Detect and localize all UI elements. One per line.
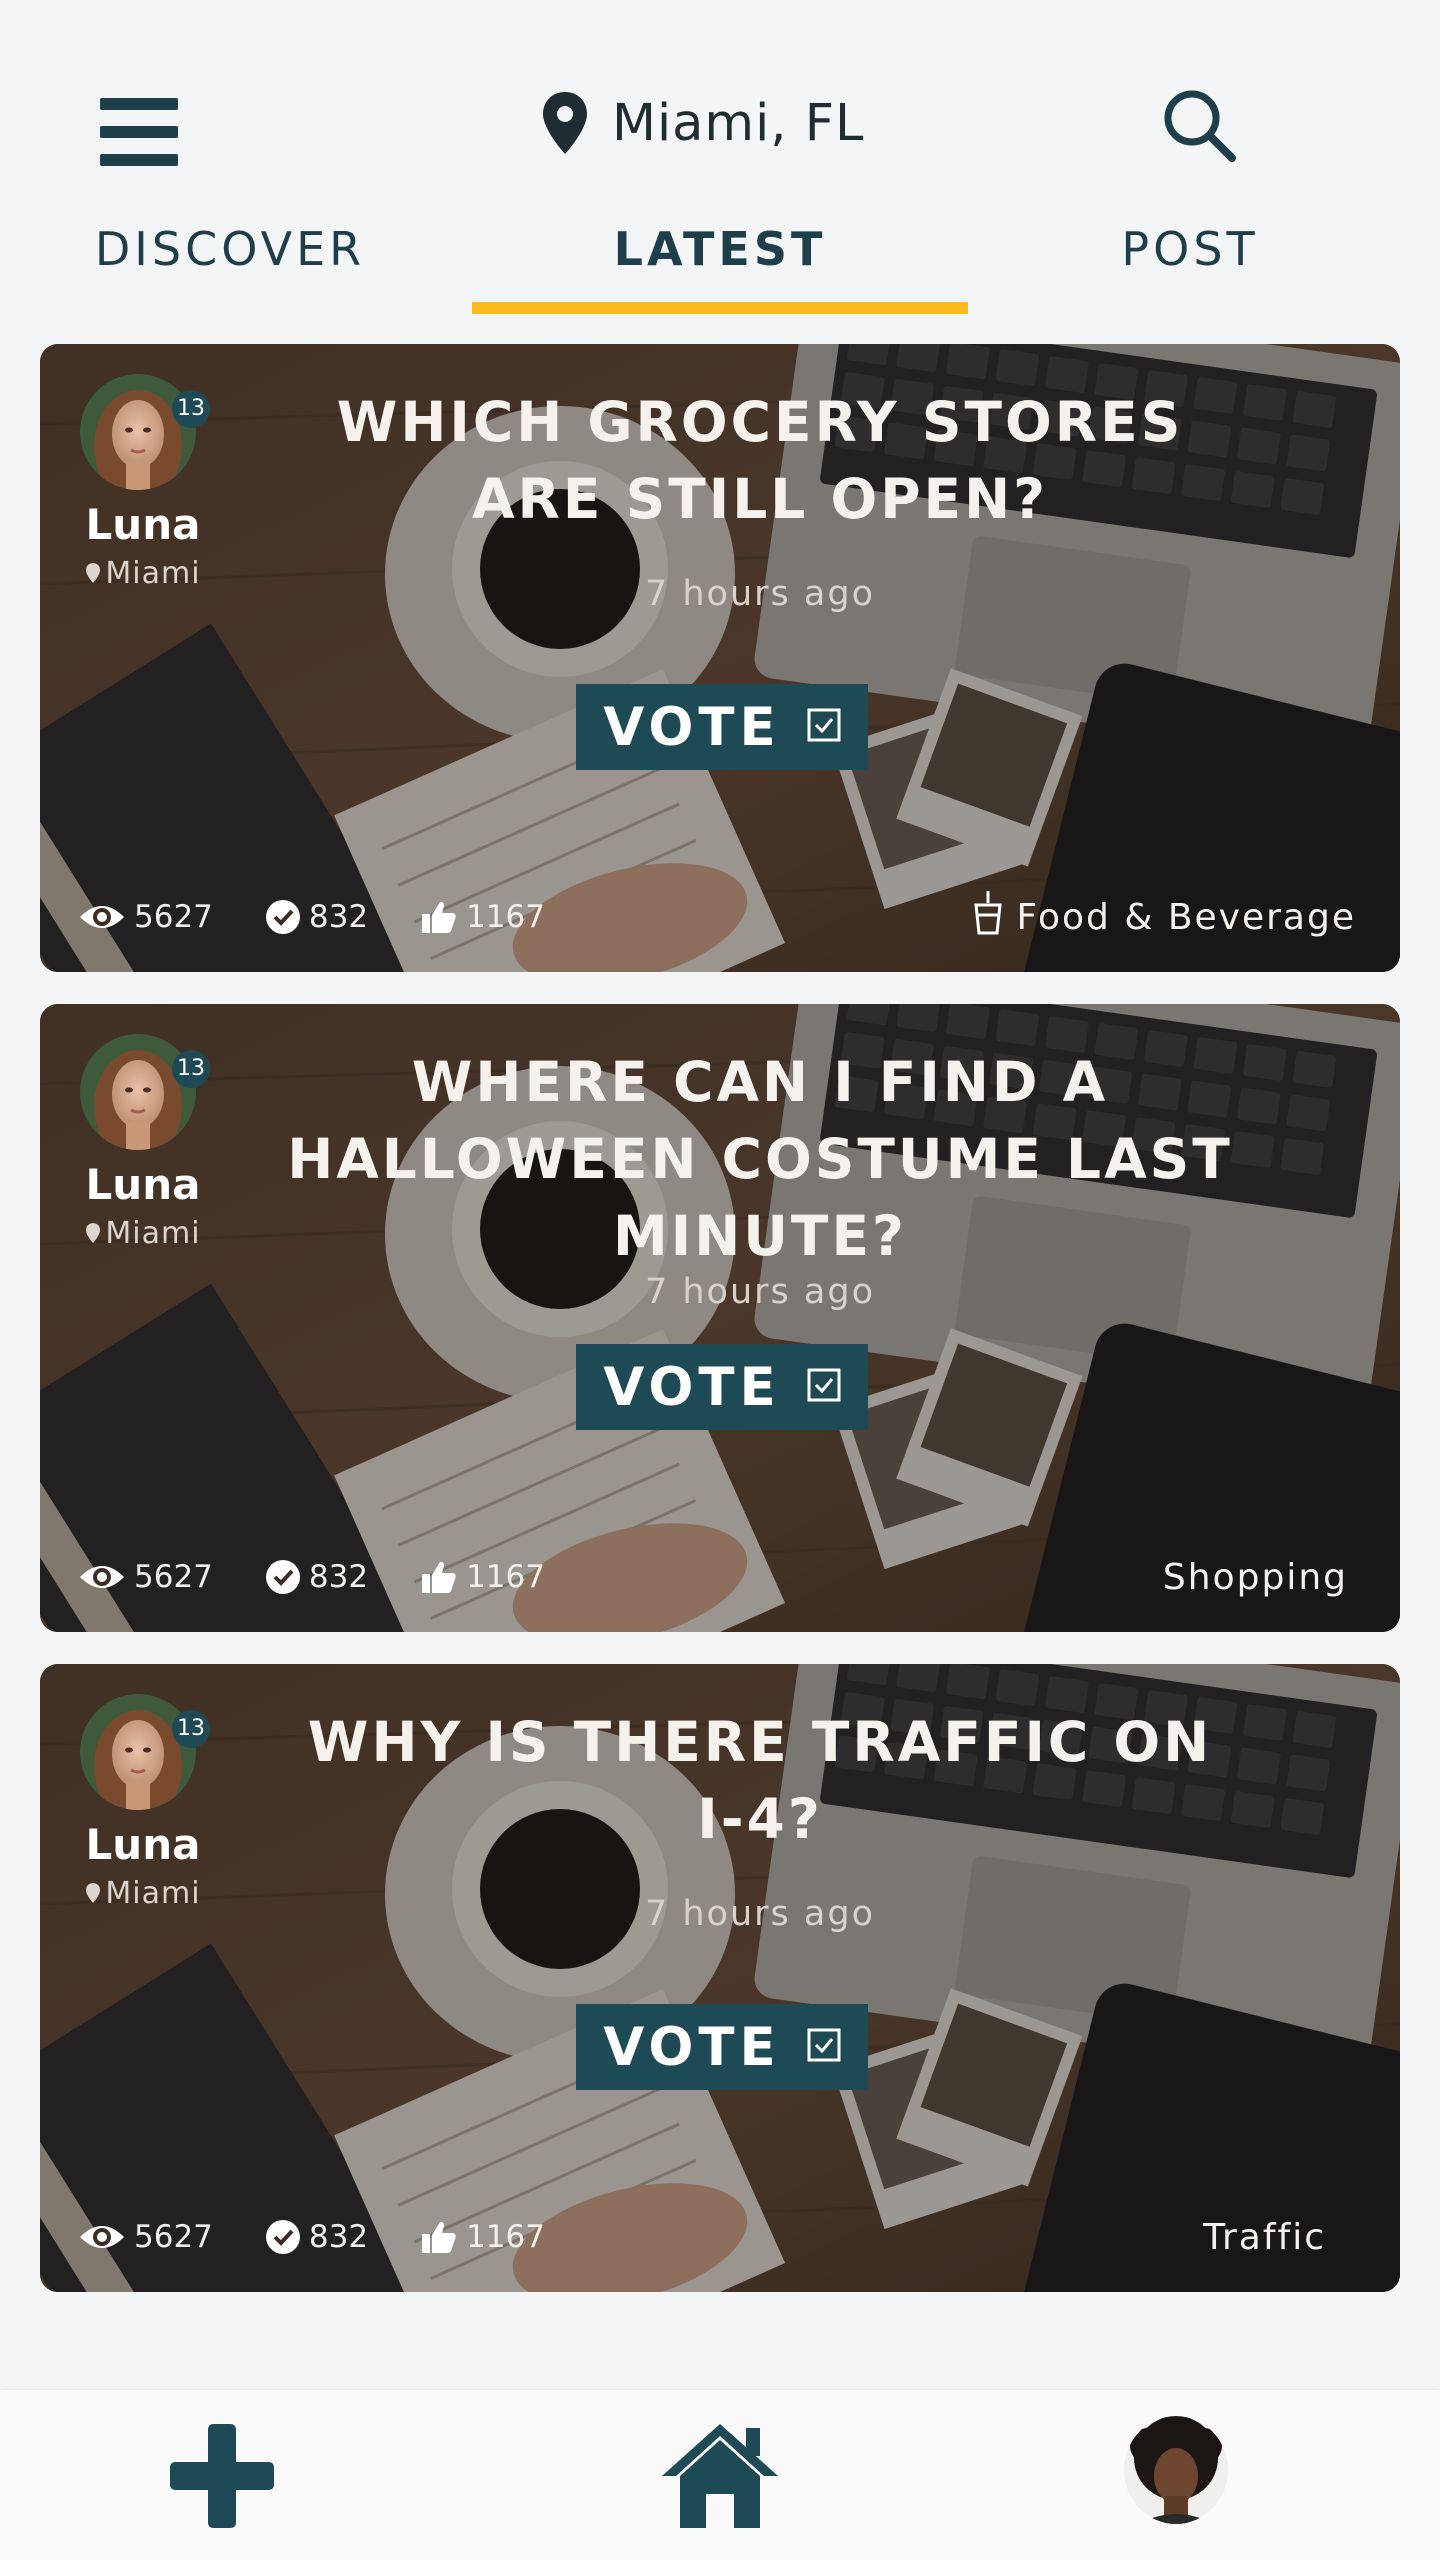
category-label: Food & Beverage bbox=[1016, 896, 1356, 938]
vote-label: VOTE bbox=[603, 2016, 781, 2078]
bottom-navigation bbox=[0, 2390, 1440, 2560]
map-pin-icon bbox=[85, 1217, 101, 1252]
author-location: Miami bbox=[78, 1216, 208, 1252]
post-time: 7 hours ago bbox=[644, 1894, 875, 1934]
views-stat: 5627 bbox=[78, 2219, 213, 2255]
menu-icon[interactable] bbox=[100, 98, 178, 166]
check-circle-icon bbox=[265, 899, 309, 935]
home-icon bbox=[658, 2424, 782, 2534]
check-circle-icon bbox=[265, 2219, 309, 2255]
category-tag[interactable]: Traffic bbox=[1203, 2212, 1326, 2262]
likes-stat[interactable]: 1167 bbox=[420, 2219, 545, 2255]
category-tag[interactable]: Shopping bbox=[1163, 1552, 1348, 1602]
vote-label: VOTE bbox=[603, 696, 781, 758]
views-count: 5627 bbox=[134, 1559, 213, 1595]
author-name[interactable]: Luna bbox=[78, 1160, 208, 1209]
author-avatar[interactable] bbox=[80, 374, 196, 490]
profile-avatar[interactable] bbox=[1124, 2416, 1228, 2524]
likes-count: 1167 bbox=[466, 899, 545, 935]
post-card[interactable]: 13 Luna Miami WHERE CAN I FIND A HALLOWE… bbox=[40, 1004, 1400, 1632]
thumbs-up-icon bbox=[420, 899, 466, 935]
likes-stat[interactable]: 1167 bbox=[420, 899, 545, 935]
post-stats: 5627 832 1167 bbox=[78, 2212, 597, 2262]
location-selector[interactable]: Miami, FL bbox=[540, 88, 864, 158]
post-stats: 5627 832 1167 bbox=[78, 892, 597, 942]
category-label: Shopping bbox=[1162, 1556, 1348, 1598]
active-tab-indicator bbox=[472, 302, 968, 314]
post-question[interactable]: WHERE CAN I FIND A HALLOWEEN COSTUME LAS… bbox=[240, 1044, 1280, 1275]
checkbox-icon bbox=[807, 708, 841, 746]
votes-stat: 832 bbox=[265, 1559, 368, 1595]
app-header: Miami, FL DISCOVER LATEST POST bbox=[0, 0, 1440, 330]
search-icon[interactable] bbox=[1158, 84, 1238, 164]
post-question[interactable]: WHY IS THERE TRAFFIC ON I-4? bbox=[300, 1704, 1220, 1858]
checkbox-icon bbox=[807, 2028, 841, 2066]
author-location: Miami bbox=[78, 1876, 208, 1912]
plus-icon bbox=[170, 2424, 274, 2532]
author-city: Miami bbox=[105, 1876, 201, 1911]
views-count: 5627 bbox=[134, 2219, 213, 2255]
author-avatar[interactable] bbox=[80, 1694, 196, 1810]
author-city: Miami bbox=[105, 556, 201, 591]
vote-label: VOTE bbox=[603, 1356, 781, 1418]
location-label: Miami, FL bbox=[612, 93, 865, 153]
votes-count: 832 bbox=[308, 2219, 369, 2255]
add-post-button[interactable] bbox=[170, 2424, 274, 2528]
likes-stat[interactable]: 1167 bbox=[420, 1559, 545, 1595]
thumbs-up-icon bbox=[420, 2219, 466, 2255]
level-badge: 13 bbox=[172, 390, 210, 428]
eye-icon bbox=[78, 901, 134, 933]
author-city: Miami bbox=[105, 1216, 201, 1251]
tab-discover[interactable]: DISCOVER bbox=[60, 222, 400, 292]
post-time: 7 hours ago bbox=[644, 574, 875, 614]
level-badge: 13 bbox=[172, 1050, 210, 1088]
post-stats: 5627 832 1167 bbox=[78, 1552, 597, 1602]
map-pin-icon bbox=[540, 90, 590, 156]
feed-tabs: DISCOVER LATEST POST bbox=[0, 222, 1440, 314]
vote-button[interactable]: VOTE bbox=[576, 1344, 868, 1430]
votes-count: 832 bbox=[308, 1559, 369, 1595]
tab-latest[interactable]: LATEST bbox=[472, 222, 968, 292]
category-label: Traffic bbox=[1203, 2216, 1326, 2258]
views-stat: 5627 bbox=[78, 899, 213, 935]
eye-icon bbox=[78, 1561, 134, 1593]
views-stat: 5627 bbox=[78, 1559, 213, 1595]
author-name[interactable]: Luna bbox=[78, 1820, 208, 1869]
category-tag[interactable]: Food & Beverage bbox=[973, 890, 1356, 944]
votes-stat: 832 bbox=[265, 2219, 368, 2255]
map-pin-icon bbox=[85, 557, 101, 592]
likes-count: 1167 bbox=[466, 2219, 545, 2255]
vote-button[interactable]: VOTE bbox=[576, 2004, 868, 2090]
views-count: 5627 bbox=[134, 899, 213, 935]
checkbox-icon bbox=[807, 1368, 841, 1406]
likes-count: 1167 bbox=[466, 1559, 545, 1595]
level-badge: 13 bbox=[172, 1710, 210, 1748]
map-pin-icon bbox=[85, 1877, 101, 1912]
tab-post[interactable]: POST bbox=[1040, 222, 1340, 292]
post-card[interactable]: 13 Luna Miami WHY IS THERE TRAFFIC ON I-… bbox=[40, 1664, 1400, 2292]
post-card[interactable]: 13 Luna Miami WHICH GROCERY STORES ARE S… bbox=[40, 344, 1400, 972]
author-location: Miami bbox=[78, 556, 208, 592]
home-button[interactable] bbox=[658, 2418, 782, 2530]
check-circle-icon bbox=[265, 1559, 309, 1595]
author-avatar[interactable] bbox=[80, 1034, 196, 1150]
thumbs-up-icon bbox=[420, 1559, 466, 1595]
drink-cup-icon bbox=[973, 890, 1003, 944]
votes-stat: 832 bbox=[265, 899, 368, 935]
vote-button[interactable]: VOTE bbox=[576, 684, 868, 770]
post-question[interactable]: WHICH GROCERY STORES ARE STILL OPEN? bbox=[260, 384, 1260, 538]
author-name[interactable]: Luna bbox=[78, 500, 208, 549]
eye-icon bbox=[78, 2221, 134, 2253]
post-time: 7 hours ago bbox=[644, 1272, 875, 1312]
votes-count: 832 bbox=[308, 899, 369, 935]
